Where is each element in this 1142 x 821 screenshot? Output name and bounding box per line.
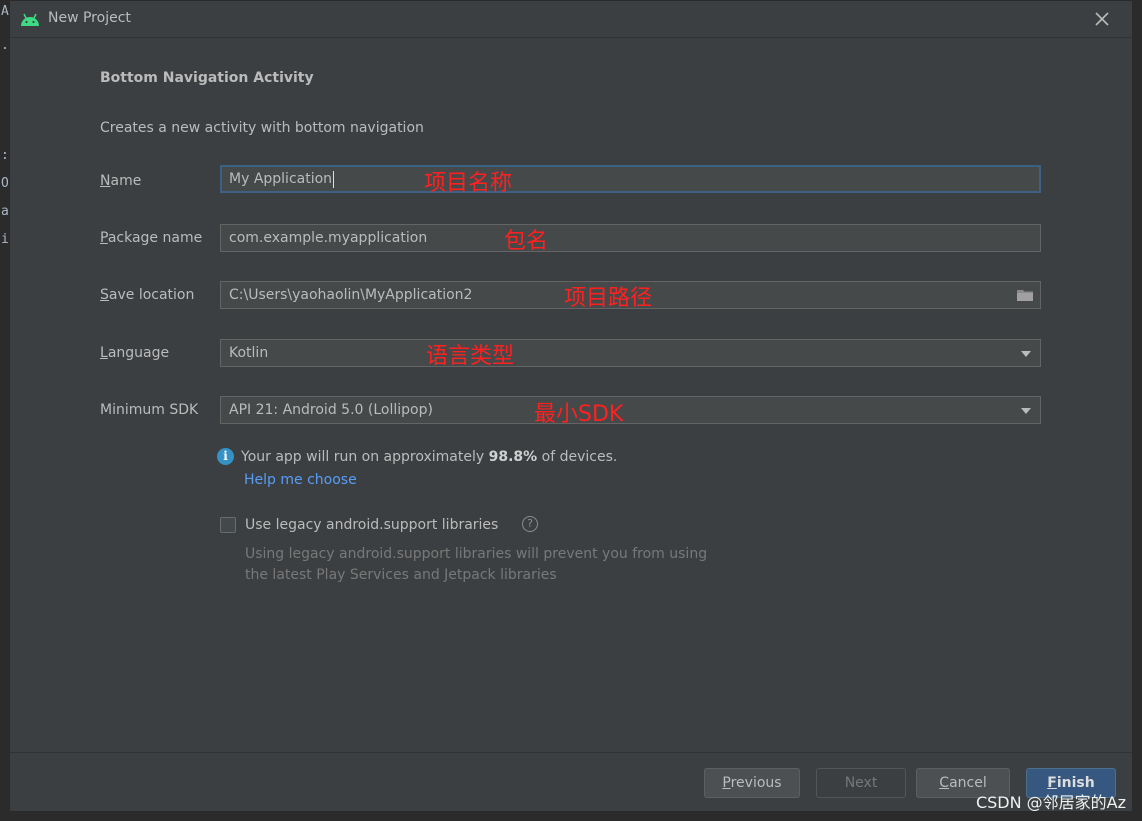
folder-icon[interactable] <box>1016 288 1034 302</box>
save-location-value: C:\Users\yaohaolin\MyApplication2 <box>229 287 473 303</box>
minimum-sdk-select[interactable]: API 21: Android 5.0 (Lollipop) <box>220 396 1041 424</box>
text-caret <box>333 170 335 188</box>
ide-glyph: i <box>1 232 9 247</box>
name-label: Name <box>100 173 141 189</box>
language-label-text: anguage <box>107 345 170 361</box>
name-label-mnemonic: N <box>100 173 111 189</box>
ide-glyph: . <box>1 38 9 53</box>
package-input-value: com.example.myapplication <box>229 230 428 246</box>
ide-glyph: O <box>1 176 9 191</box>
previous-button[interactable]: Previous <box>704 768 800 798</box>
title-bar: New Project <box>10 1 1132 38</box>
package-annotation: 包名 <box>504 229 549 254</box>
window-title: New Project <box>48 10 131 26</box>
language-label-mnemonic: L <box>100 345 108 361</box>
name-annotation: 项目名称 <box>424 171 513 196</box>
coverage-percent: 98.8% <box>488 449 538 465</box>
name-input[interactable]: My Application <box>220 165 1041 193</box>
save-location-label: Save location <box>100 287 194 303</box>
save-location-label-mnemonic: S <box>100 287 109 303</box>
ide-glyph: A <box>1 4 9 19</box>
coverage-text-start: Your app will run on approximately <box>241 449 489 465</box>
device-coverage-text: Your app will run on approximately 98.8%… <box>241 449 617 465</box>
minimum-sdk-annotation: 最小SDK <box>534 402 624 427</box>
new-project-dialog: New Project Bottom Navigation Activity C… <box>9 0 1133 812</box>
save-location-annotation: 项目路径 <box>564 286 653 311</box>
language-select[interactable]: Kotlin <box>220 339 1041 367</box>
ide-glyph: a <box>1 204 9 219</box>
previous-mnemonic: P <box>722 775 731 791</box>
cancel-mnemonic: C <box>939 775 950 791</box>
close-icon[interactable] <box>1092 9 1112 29</box>
next-button[interactable]: Next <box>816 768 906 798</box>
help-icon[interactable]: ? <box>522 516 538 532</box>
chevron-down-icon <box>1021 408 1031 414</box>
coverage-text-end: of devices. <box>537 449 618 465</box>
ide-glyph: : <box>1 148 9 163</box>
csdn-watermark: CSDN @邻居家的Az <box>975 793 1126 812</box>
dialog-footer: Previous Next Cancel Finish <box>10 752 1132 811</box>
minimum-sdk-selected-value: API 21: Android 5.0 (Lollipop) <box>229 402 433 418</box>
activity-description: Creates a new activity with bottom navig… <box>100 120 424 136</box>
package-label-text: ackage name <box>107 230 203 246</box>
chevron-down-icon <box>1021 351 1031 357</box>
minimum-sdk-label: Minimum SDK <box>100 402 199 418</box>
language-selected-value: Kotlin <box>229 345 269 361</box>
info-icon: i <box>217 448 234 465</box>
save-location-label-text: ave location <box>108 287 195 303</box>
previous-label: revious <box>730 775 782 791</box>
language-label: Language <box>100 345 169 361</box>
activity-title: Bottom Navigation Activity <box>100 70 314 86</box>
legacy-description-line: Using legacy android.support libraries w… <box>245 546 708 562</box>
package-name-label: Package name <box>100 230 202 246</box>
dialog-content: Bottom Navigation Activity Creates a new… <box>10 37 1132 751</box>
android-icon <box>21 13 39 26</box>
legacy-support-description: Using legacy android.support libraries w… <box>245 544 765 586</box>
name-input-value: My Application <box>229 171 333 187</box>
legacy-description-line: the latest Play Services and Jetpack lib… <box>245 567 557 583</box>
language-annotation: 语言类型 <box>426 344 515 369</box>
package-label-mnemonic: P <box>100 230 108 246</box>
package-name-input[interactable]: com.example.myapplication <box>220 224 1041 252</box>
legacy-support-checkbox[interactable] <box>220 517 236 533</box>
name-label-text: ame <box>110 173 142 189</box>
legacy-support-label[interactable]: Use legacy android.support libraries <box>245 517 498 533</box>
help-me-choose-link[interactable]: Help me choose <box>244 472 357 488</box>
